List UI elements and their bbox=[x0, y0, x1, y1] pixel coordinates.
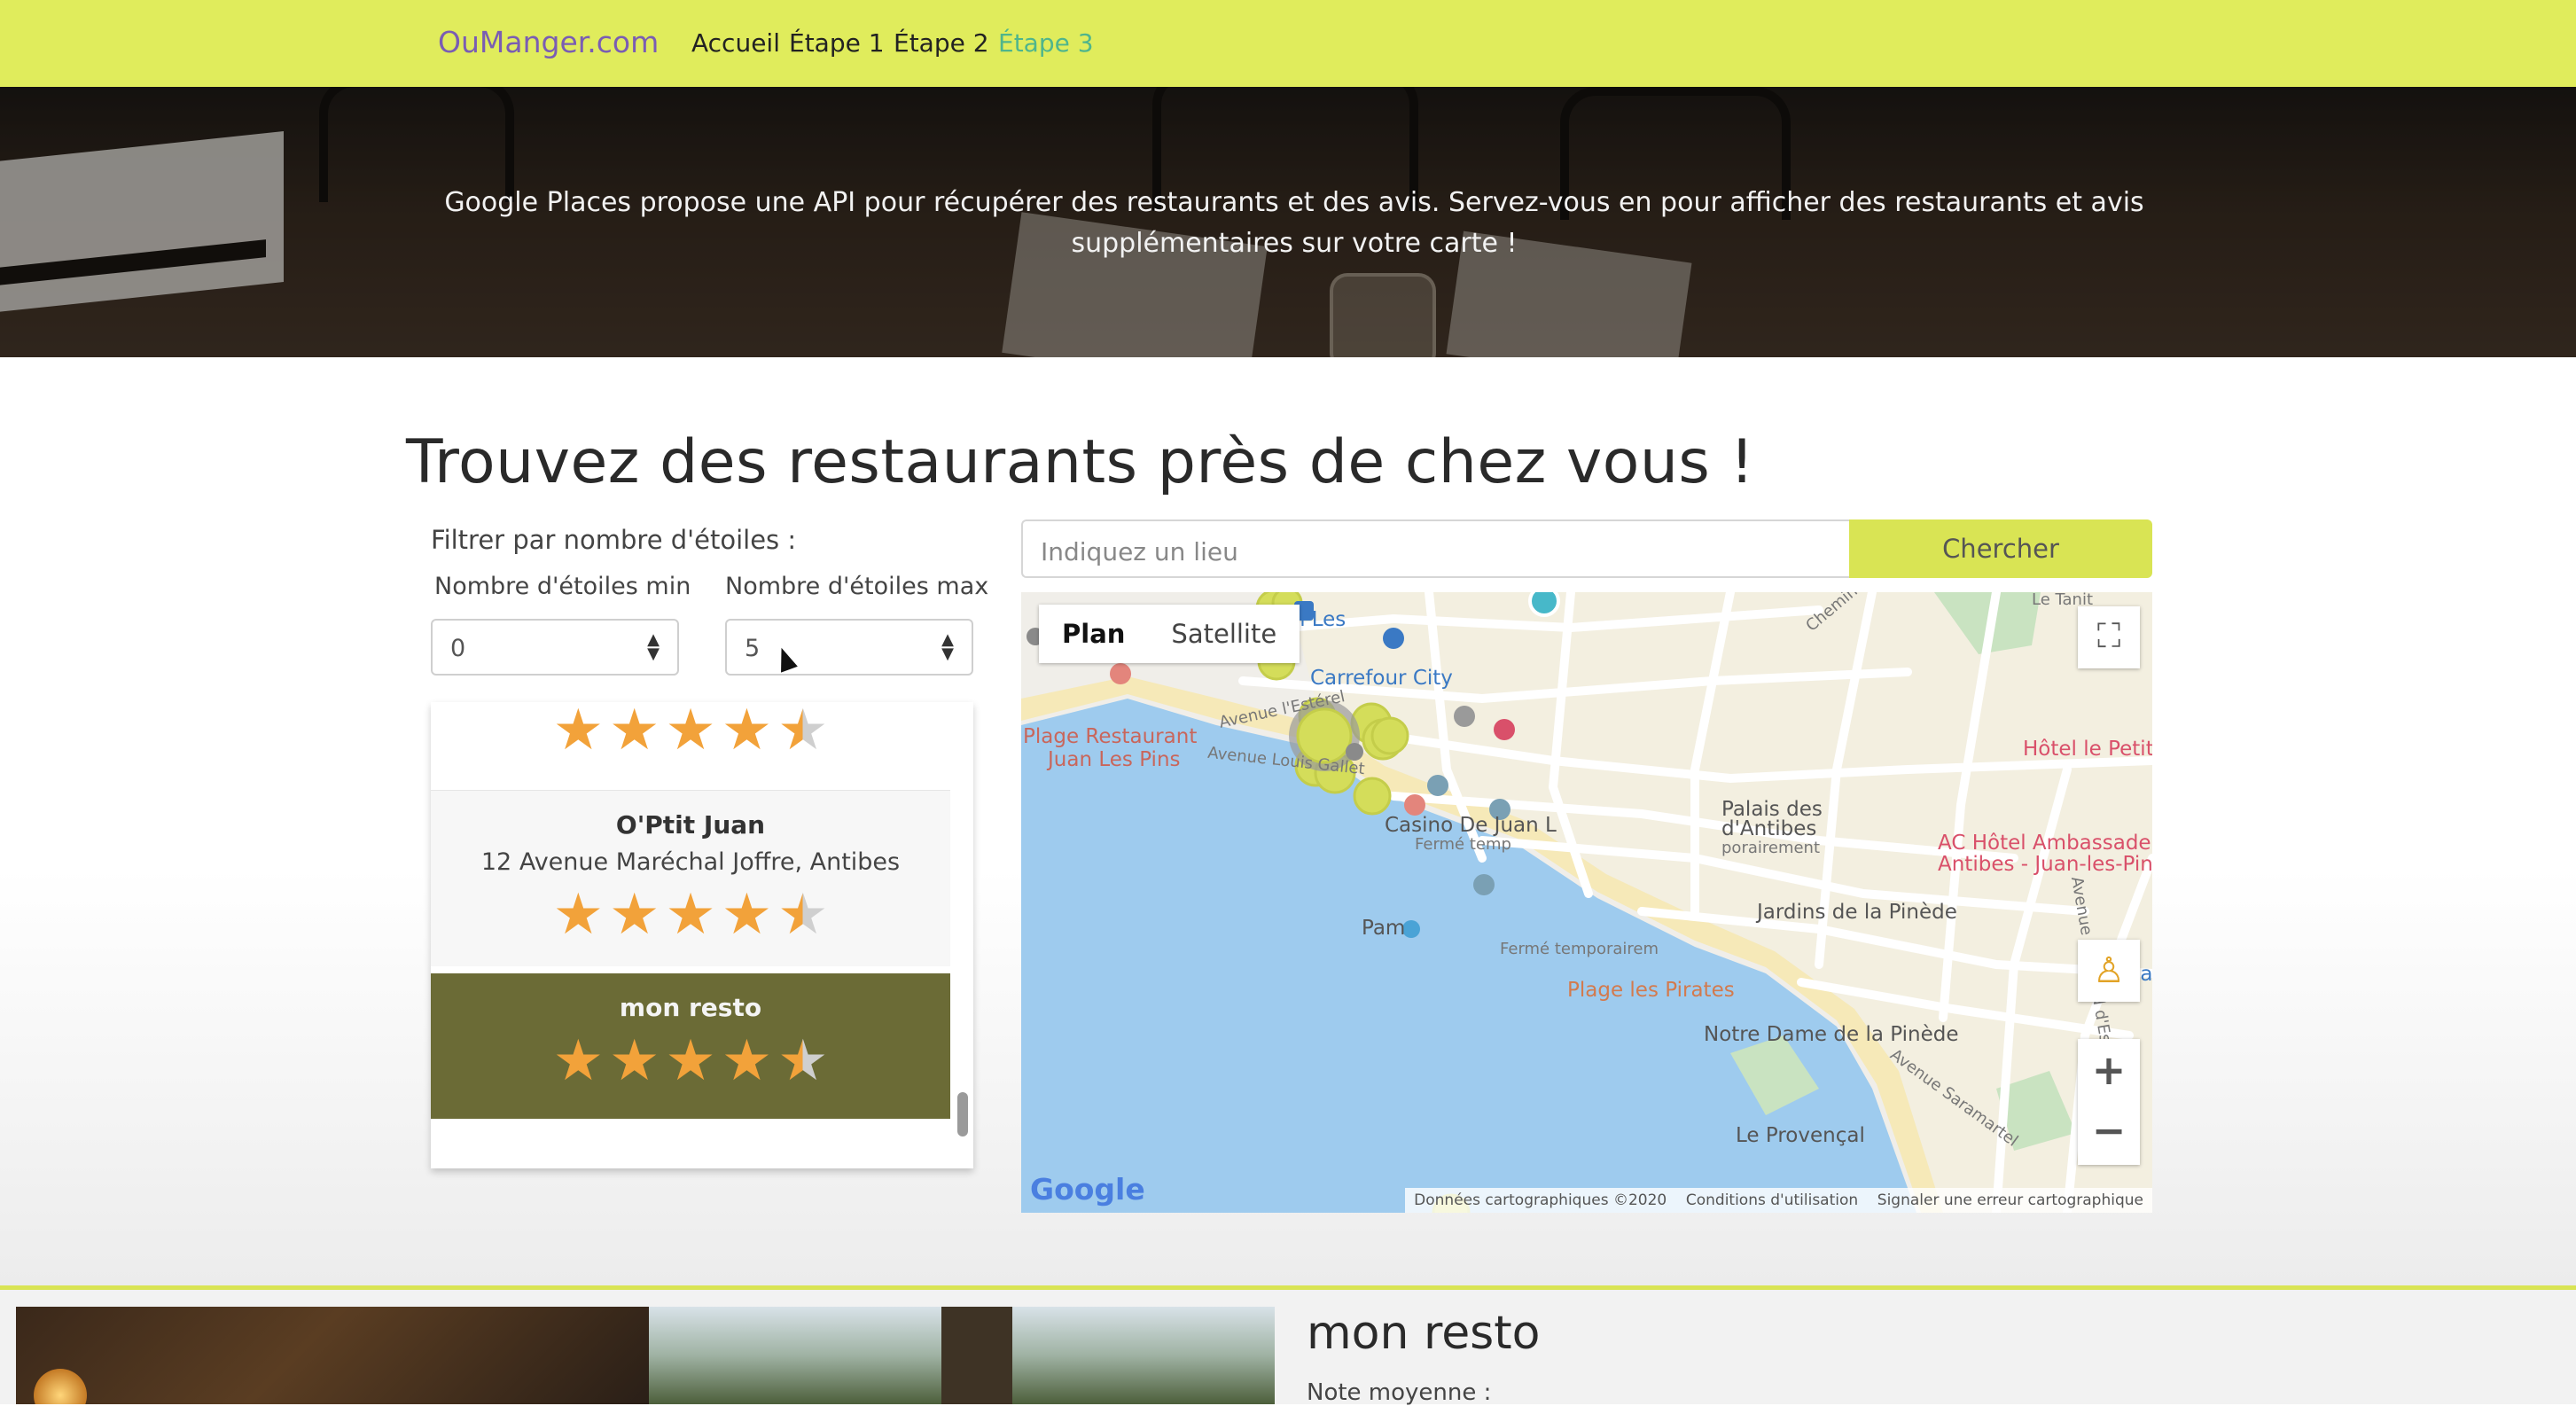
star-icon: ★ bbox=[721, 702, 773, 763]
star-icon: ★ bbox=[665, 702, 716, 763]
search-placeholder: Indiquez un lieu bbox=[1041, 537, 1238, 566]
star-icon: ★ bbox=[665, 882, 716, 948]
map-label-hotel-petit: Hôtel le Petit bbox=[2023, 738, 2152, 761]
detail-title: mon resto bbox=[1307, 1307, 1541, 1360]
map-label-notre-dame: Notre Dame de la Pinède bbox=[1704, 1023, 1959, 1046]
max-stars-value: 5 bbox=[745, 635, 761, 662]
map-label-casino: Casino De Juan L bbox=[1385, 814, 1557, 837]
filter-label: Filtrer par nombre d'étoiles : bbox=[431, 525, 797, 555]
restaurant-photo bbox=[649, 1307, 1275, 1404]
photo-tree bbox=[941, 1307, 1012, 1404]
map-data-credit: Données cartographiques ©2020 bbox=[1414, 1191, 1667, 1209]
google-logo: Google bbox=[1030, 1172, 1145, 1207]
nav-link-etape-3[interactable]: Étape 3 bbox=[998, 28, 1094, 58]
map-attribution: Données cartographiques ©2020 Conditions… bbox=[1405, 1188, 2152, 1213]
half-star-icon: ★ bbox=[777, 1028, 829, 1094]
map-label-provencal: Le Provençal bbox=[1736, 1124, 1865, 1147]
place-search-input[interactable]: Indiquez un lieu bbox=[1021, 519, 1849, 578]
map-label-ferme: Fermé temp bbox=[1415, 835, 1511, 854]
nav-link-accueil[interactable]: Accueil bbox=[691, 28, 780, 58]
restaurant-list[interactable]: ★ ★ ★ ★ ★ O'Ptit Juan 12 Avenue Maréchal… bbox=[431, 702, 973, 1168]
star-icon: ★ bbox=[721, 1028, 773, 1094]
star-icon: ★ bbox=[608, 882, 660, 948]
map-type-satellite[interactable]: Satellite bbox=[1148, 605, 1300, 663]
max-stars-label: Nombre d'étoiles max bbox=[725, 573, 989, 600]
star-icon: ★ bbox=[552, 1028, 604, 1094]
map-type-plan[interactable]: Plan bbox=[1039, 605, 1148, 663]
min-stars-label: Nombre d'étoiles min bbox=[434, 573, 691, 600]
brand-link[interactable]: OuManger.com bbox=[438, 25, 659, 59]
map-label-carrefour: Carrefour City bbox=[1310, 667, 1453, 690]
rating-stars: ★ ★ ★ ★ ★ bbox=[431, 887, 950, 943]
map-label-plage-restaurant: Plage Restaurant bbox=[1023, 725, 1198, 748]
zoom-in-button[interactable]: + bbox=[2078, 1039, 2140, 1101]
map-label-plage-pirates: Plage les Pirates bbox=[1567, 979, 1735, 1002]
star-icon: ★ bbox=[552, 702, 604, 763]
map-label-jardins: Jardins de la Pinède bbox=[1757, 901, 1957, 924]
map-label-pam: Pam bbox=[1362, 917, 1406, 940]
hero-banner: Google Places propose une API pour récup… bbox=[0, 87, 2576, 357]
min-stars-select[interactable]: 0 ▲ ▼ bbox=[431, 619, 679, 676]
detail-average-rating-label: Note moyenne : bbox=[1307, 1379, 1492, 1406]
map-label-palais-ferme: porairement bbox=[1721, 839, 1821, 857]
map-label-palais-antibes: d'Antibes bbox=[1721, 817, 1817, 840]
navbar: OuManger.com Accueil Étape 1 Étape 2 Éta… bbox=[0, 0, 2576, 87]
map-label-ac-hotel-2: Antibes - Juan-les-Pins bbox=[1938, 853, 2152, 876]
fullscreen-icon[interactable]: ⛶ bbox=[2078, 606, 2140, 668]
map-report-error-link[interactable]: Signaler une erreur cartographique bbox=[1877, 1191, 2143, 1209]
google-map[interactable]: Gare de Juan Les Carrefour City Plage Re… bbox=[1021, 592, 2152, 1213]
photo-lamp bbox=[34, 1369, 87, 1404]
map-label-juan-les-pins: Juan Les Pins bbox=[1048, 748, 1181, 771]
map-type-control: Plan Satellite bbox=[1039, 605, 1300, 663]
hero-text: Google Places propose une API pour récup… bbox=[444, 187, 2144, 259]
zoom-out-button[interactable]: − bbox=[2078, 1101, 2140, 1163]
restaurant-address: 12 Avenue Maréchal Joffre, Antibes bbox=[480, 848, 901, 876]
rating-stars: ★ ★ ★ ★ ★ bbox=[431, 702, 950, 759]
star-icon: ★ bbox=[721, 882, 773, 948]
rating-stars: ★ ★ ★ ★ ★ bbox=[431, 1033, 950, 1090]
pegman-icon[interactable]: ♙ bbox=[2078, 940, 2140, 1002]
page-title: Trouvez des restaurants près de chez vou… bbox=[406, 427, 1755, 497]
nav-link-etape-2[interactable]: Étape 2 bbox=[894, 28, 989, 58]
star-icon: ★ bbox=[552, 882, 604, 948]
search-button[interactable]: Chercher bbox=[1849, 519, 2152, 578]
select-arrows-icon: ▲ ▼ bbox=[647, 630, 660, 663]
list-scrollbar[interactable] bbox=[957, 1092, 968, 1137]
select-arrows-icon: ▲ ▼ bbox=[941, 630, 954, 663]
restaurant-name: O'Ptit Juan bbox=[615, 810, 766, 840]
map-label-ac-hotel: AC Hôtel Ambassadeu bbox=[1938, 832, 2152, 855]
max-stars-select[interactable]: 5 ▲ ▼ bbox=[725, 619, 973, 676]
restaurant-photo bbox=[16, 1307, 649, 1404]
star-icon: ★ bbox=[608, 702, 660, 763]
half-star-icon: ★ bbox=[777, 702, 829, 763]
half-star-icon: ★ bbox=[777, 882, 829, 948]
restaurant-name: mon resto bbox=[619, 993, 762, 1022]
map-terms-link[interactable]: Conditions d'utilisation bbox=[1686, 1191, 1858, 1209]
star-icon: ★ bbox=[665, 1028, 716, 1094]
nav-link-etape-1[interactable]: Étape 1 bbox=[789, 28, 885, 58]
list-item[interactable]: O'Ptit Juan 12 Avenue Maréchal Joffre, A… bbox=[431, 791, 950, 966]
list-item-selected[interactable]: mon resto ★ ★ ★ ★ ★ bbox=[431, 973, 950, 1119]
zoom-control: + − bbox=[2078, 1039, 2140, 1165]
list-item[interactable]: ★ ★ ★ ★ ★ bbox=[431, 702, 950, 791]
star-icon: ★ bbox=[608, 1028, 660, 1094]
min-stars-value: 0 bbox=[450, 635, 466, 662]
map-label-ferme-2: Fermé temporairem bbox=[1500, 940, 1659, 958]
